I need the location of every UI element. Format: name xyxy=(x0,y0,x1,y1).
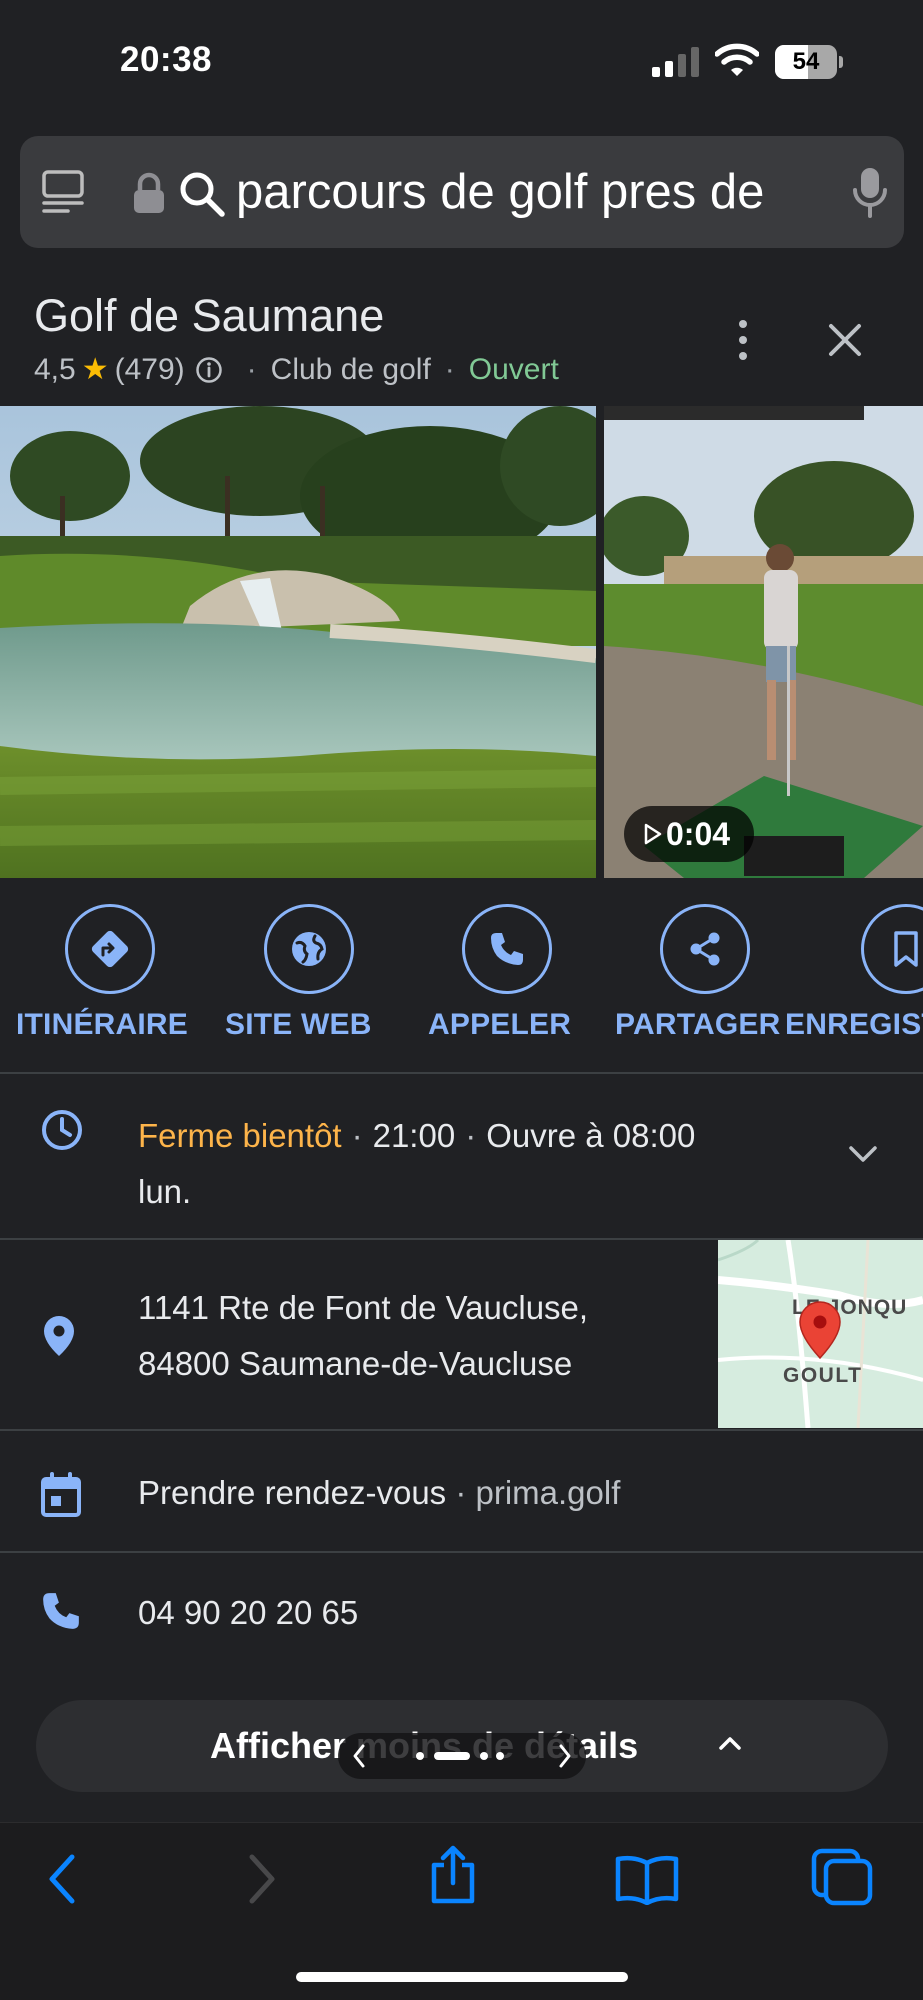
search-query-text[interactable]: parcours de golf pres de xyxy=(236,160,826,224)
directions-icon xyxy=(91,930,129,968)
chevron-left-icon[interactable] xyxy=(350,1742,368,1770)
review-count[interactable]: (479) xyxy=(115,353,185,387)
more-options-icon[interactable] xyxy=(733,318,753,362)
place-category: Club de golf xyxy=(270,352,431,386)
book-appointment-link[interactable]: Prendre rendez-vous · prima.golf xyxy=(138,1468,620,1518)
save-button[interactable]: ENREGISTRER xyxy=(785,900,923,1080)
tab-pager-overlay[interactable] xyxy=(338,1733,586,1779)
info-icon[interactable] xyxy=(195,356,223,384)
phone-number[interactable]: 04 90 20 20 65 xyxy=(138,1588,358,1638)
close-icon[interactable] xyxy=(825,320,865,360)
chevron-right-icon[interactable] xyxy=(556,1742,574,1770)
place-meta: 4,5 ★ (479) · Club de golf · Ouvert xyxy=(34,352,559,387)
calendar-icon xyxy=(41,1472,81,1517)
address-line-2: 84800 Saumane-de-Vaucluse xyxy=(138,1345,573,1382)
action-buttons-row: ITINÉRAIRE SITE WEB APPELER PARTAGER ENR… xyxy=(0,900,923,1080)
meta-separator: · xyxy=(246,352,257,386)
photo-golf-course-lake[interactable] xyxy=(0,406,596,878)
lock-icon xyxy=(134,172,164,213)
clock-icon xyxy=(42,1110,82,1150)
play-icon xyxy=(644,823,662,845)
opening-hours[interactable]: Ferme bientôt · 21:00 · Ouvre à 08:00 lun. xyxy=(138,1108,818,1220)
search-icon xyxy=(180,172,225,217)
booking-site: prima.golf xyxy=(475,1474,621,1511)
address[interactable]: 1141 Rte de Font de Vaucluse, 84800 Saum… xyxy=(138,1280,698,1392)
share-icon xyxy=(690,932,720,966)
star-icon: ★ xyxy=(81,353,109,386)
bookmarks-icon[interactable] xyxy=(614,1853,680,1905)
microphone-icon[interactable] xyxy=(852,166,888,218)
share-sheet-icon[interactable] xyxy=(426,1845,480,1905)
place-title: Golf de Saumane xyxy=(34,290,385,341)
meta-separator: · xyxy=(444,352,455,386)
globe-icon xyxy=(292,932,326,966)
battery-percent: 54 xyxy=(792,48,820,75)
wifi-icon xyxy=(715,43,759,76)
divider xyxy=(0,1072,923,1074)
booking-label: Prendre rendez-vous xyxy=(138,1474,447,1511)
location-pin-icon xyxy=(44,1316,74,1356)
hours-status: Ferme bientôt xyxy=(138,1117,342,1154)
closing-time: 21:00 xyxy=(372,1117,456,1154)
phone-icon xyxy=(43,1593,79,1629)
share-label: PARTAGER xyxy=(615,1008,781,1041)
video-golfer-driving-range[interactable]: 0:04 xyxy=(604,406,923,878)
home-indicator xyxy=(296,1972,628,1982)
page-dots xyxy=(416,1752,504,1760)
reopening-day: lun. xyxy=(138,1173,192,1210)
directions-button[interactable]: ITINÉRAIRE xyxy=(10,900,210,1080)
bookmark-icon xyxy=(894,931,918,967)
cellular-signal-icon xyxy=(652,47,699,77)
save-label: ENREGISTRER xyxy=(785,1008,923,1041)
video-duration-badge: 0:04 xyxy=(624,806,754,862)
status-bar: 20:38 54 xyxy=(0,0,923,130)
call-label: APPELER xyxy=(428,1008,572,1041)
rating-value: 4,5 xyxy=(34,352,76,386)
website-button[interactable]: SITE WEB xyxy=(210,900,410,1080)
phone-icon xyxy=(491,933,523,965)
status-time: 20:38 xyxy=(120,40,213,79)
battery-indicator: 54 xyxy=(775,45,843,79)
tabs-icon[interactable] xyxy=(810,1847,874,1907)
reopening-time: Ouvre à 08:00 xyxy=(486,1117,696,1154)
call-button[interactable]: APPELER xyxy=(410,900,610,1080)
map-label-town: GOULT xyxy=(783,1364,862,1387)
back-icon[interactable] xyxy=(44,1851,80,1907)
divider xyxy=(0,1429,923,1431)
share-button[interactable]: PARTAGER xyxy=(610,900,810,1080)
reader-mode-icon[interactable] xyxy=(42,170,84,214)
chevron-up-icon xyxy=(719,1737,741,1750)
mini-map[interactable]: LE JONQU GOULT xyxy=(718,1240,923,1428)
open-status: Ouvert xyxy=(468,352,559,386)
address-line-1: 1141 Rte de Font de Vaucluse, xyxy=(138,1289,589,1326)
directions-label: ITINÉRAIRE xyxy=(16,1008,189,1041)
website-label: SITE WEB xyxy=(225,1008,372,1041)
address-bar[interactable]: parcours de golf pres de xyxy=(20,136,904,248)
chevron-down-icon[interactable] xyxy=(848,1144,878,1164)
divider xyxy=(0,1551,923,1553)
forward-icon[interactable] xyxy=(244,1851,280,1907)
video-duration: 0:04 xyxy=(666,816,731,852)
